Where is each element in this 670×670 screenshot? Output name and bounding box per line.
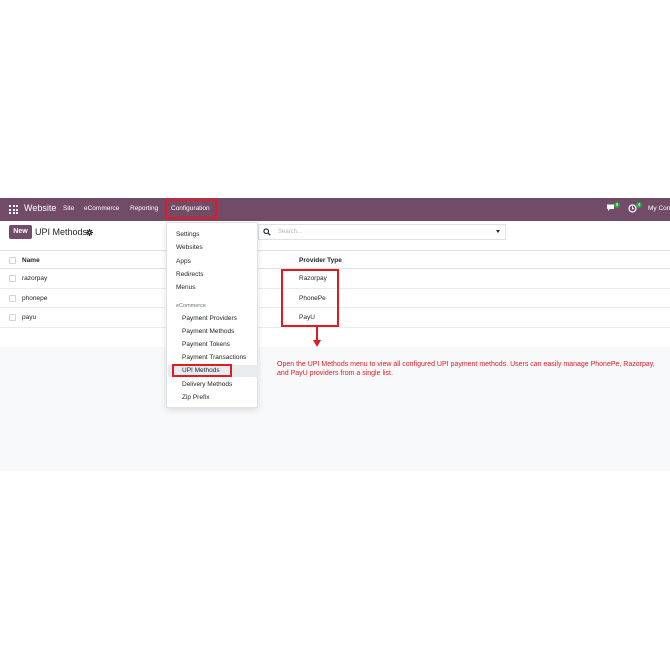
column-provider-header[interactable]: Provider Type	[299, 257, 342, 264]
company-switcher[interactable]: My Con	[648, 205, 670, 217]
menu-ecommerce[interactable]: eCommerce	[84, 205, 119, 212]
menu-section-ecommerce: eCommerce	[176, 303, 206, 309]
gear-icon[interactable]	[86, 229, 93, 236]
row-name: payu	[22, 314, 37, 321]
menu-item-payment-tokens[interactable]: Payment Tokens	[182, 341, 230, 348]
apps-grid-icon[interactable]	[9, 205, 18, 214]
configuration-highlight-box	[165, 199, 217, 219]
top-navbar: Website Site eCommerce Reporting Configu…	[0, 198, 670, 221]
menu-reporting[interactable]: Reporting	[130, 205, 158, 212]
activities-badge: 4	[636, 202, 642, 208]
row-checkbox[interactable]	[9, 294, 16, 302]
column-name-header[interactable]: Name	[22, 257, 40, 264]
activities-button[interactable]: 4	[628, 202, 642, 215]
row-name: phonepe	[22, 294, 48, 302]
menu-site[interactable]: Site	[63, 205, 74, 212]
upi-methods-highlight-box	[172, 364, 232, 377]
menu-item-settings[interactable]: Settings	[176, 231, 200, 238]
select-all-checkbox[interactable]	[9, 257, 16, 264]
search-toggle-icon[interactable]	[496, 230, 500, 233]
app-brand[interactable]: Website	[24, 203, 56, 213]
search-icon	[263, 228, 271, 236]
page-title: UPI Methods	[35, 227, 88, 237]
table-header: Name Provider Type	[0, 250, 670, 269]
search-bar[interactable]: Search...	[258, 224, 506, 240]
control-panel: New UPI Methods Search...	[0, 221, 670, 250]
menu-item-payment-methods[interactable]: Payment Methods	[182, 328, 234, 335]
menu-item-websites[interactable]: Websites	[176, 244, 203, 251]
menu-item-payment-providers[interactable]: Payment Providers	[182, 315, 237, 322]
menu-item-zip-prefix[interactable]: Zip Prefix	[182, 394, 209, 401]
configuration-dropdown-menu: Settings Websites Apps Redirects Menus e…	[166, 222, 258, 408]
row-name: razorpay	[22, 275, 48, 282]
menu-item-menus[interactable]: Menus	[176, 284, 196, 291]
menu-item-delivery-methods[interactable]: Delivery Methods	[182, 381, 232, 388]
messages-badge: 8	[614, 202, 620, 208]
row-checkbox[interactable]	[9, 275, 16, 282]
row-checkbox[interactable]	[9, 314, 16, 321]
provider-highlight-box	[281, 269, 339, 327]
menu-item-payment-transactions[interactable]: Payment Transactions	[182, 354, 246, 361]
new-button[interactable]: New	[9, 225, 32, 239]
annotation-arrow-head-icon	[313, 340, 321, 347]
annotation-text: Open the UPI Methods menu to view all co…	[277, 361, 655, 377]
messages-button[interactable]: 8	[606, 202, 620, 215]
menu-item-redirects[interactable]: Redirects	[176, 271, 203, 278]
search-placeholder: Search...	[278, 229, 303, 235]
menu-item-apps[interactable]: Apps	[176, 258, 191, 265]
